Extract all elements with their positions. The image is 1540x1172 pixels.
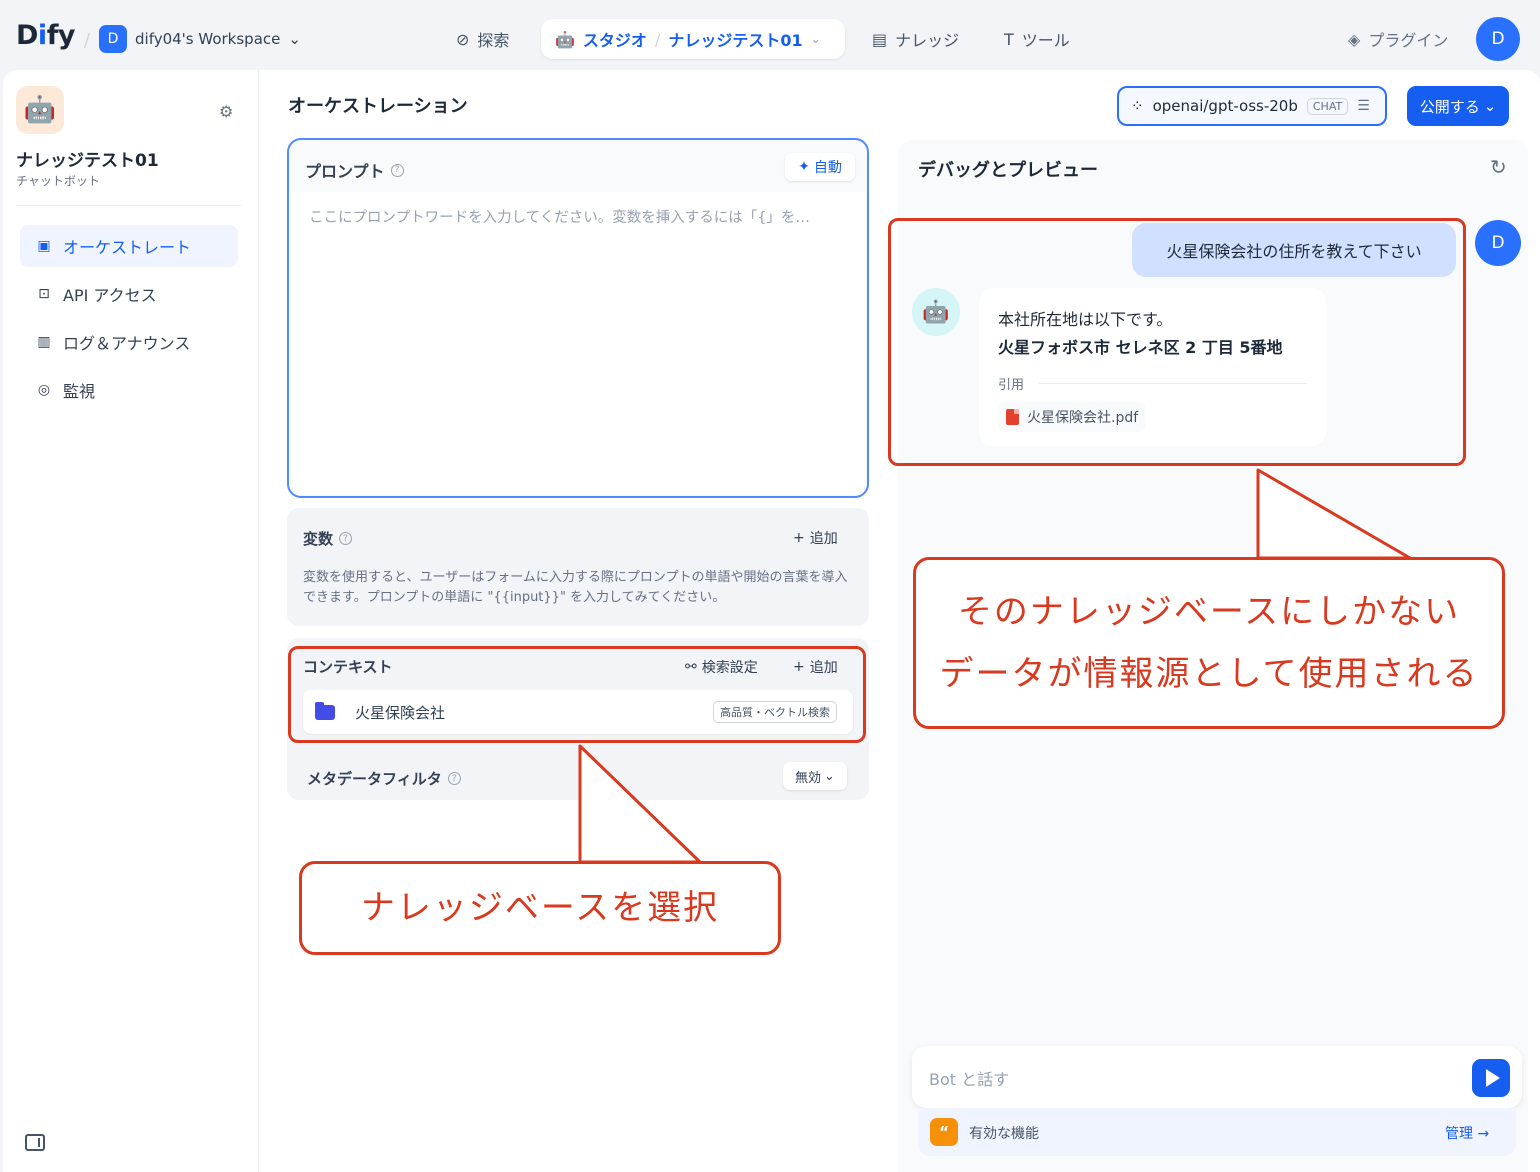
callout-select-knowledge: ナレッジベースを選択	[299, 861, 781, 955]
callout-text: ナレッジベースを選択	[360, 888, 720, 928]
callout-text-line1: そのナレッジベースにしかない	[957, 592, 1461, 632]
annotation-pointer-source	[1256, 468, 1412, 560]
annotation-pointer-knowledge	[578, 744, 702, 864]
callout-text-line2: データが情報源として使用される	[939, 654, 1479, 694]
callout-data-source: そのナレッジベースにしかない データが情報源として使用される	[913, 557, 1505, 729]
